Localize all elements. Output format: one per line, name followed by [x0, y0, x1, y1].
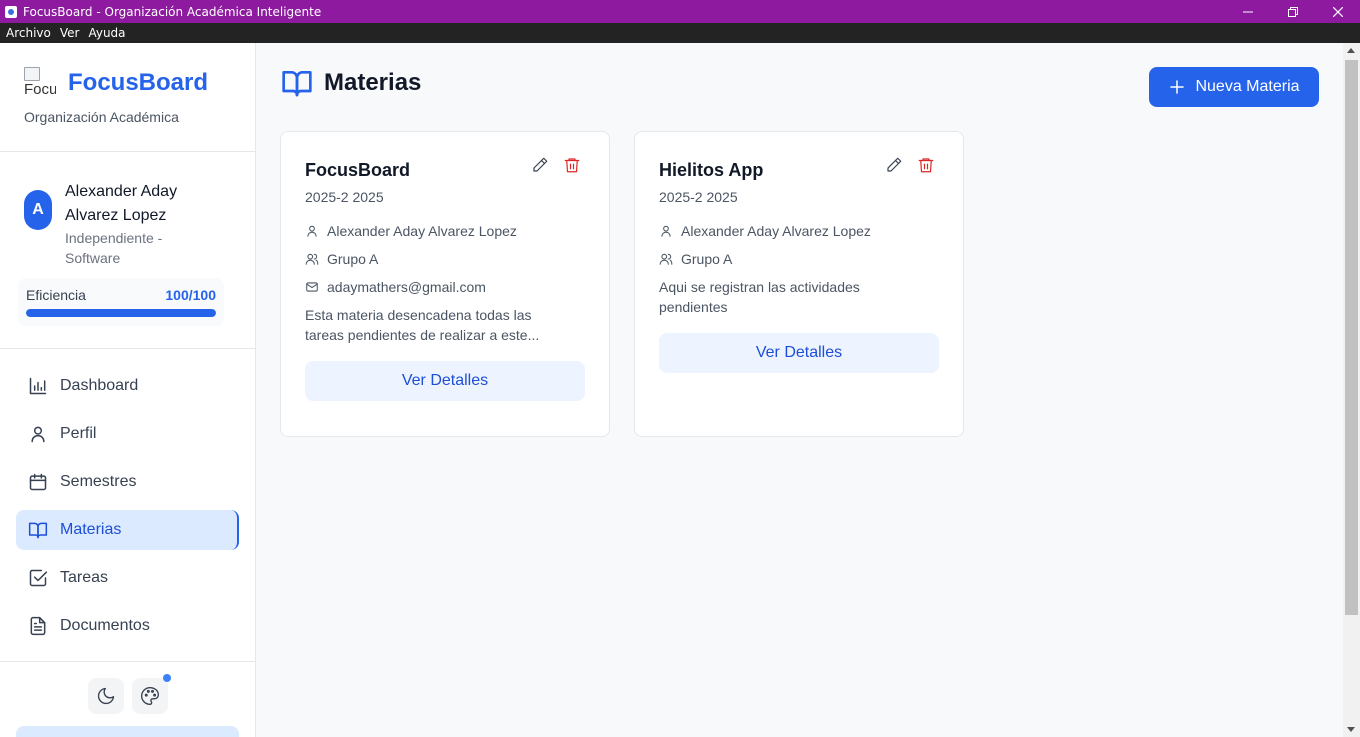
theme-palette-button[interactable]: [131, 674, 171, 714]
close-icon: [1332, 6, 1343, 17]
avatar: A: [24, 190, 52, 230]
pencil-icon: [887, 157, 902, 172]
user-icon: [661, 225, 671, 237]
subject-professor: Alexander Aday Alvarez Lopez: [305, 221, 585, 241]
calendar-icon: [29, 473, 47, 491]
sidebar-footer-button[interactable]: [16, 726, 239, 737]
vertical-scrollbar[interactable]: [1343, 43, 1360, 737]
subject-period: 2025-2 2025: [305, 189, 384, 205]
scroll-down-icon[interactable]: [1347, 727, 1355, 732]
minimize-icon: [1242, 11, 1253, 12]
page-title: Materias: [324, 69, 422, 96]
subject-period: 2025-2 2025: [659, 189, 738, 205]
users-icon: [305, 253, 319, 265]
menu-ver[interactable]: Ver: [60, 26, 80, 40]
user-icon: [307, 225, 317, 237]
professor-name: Alexander Aday Alvarez Lopez: [681, 223, 871, 239]
subject-card: FocusBoard 2025-2 2025 Alexander Aday Al…: [280, 131, 610, 437]
restore-button[interactable]: [1270, 0, 1315, 23]
mail-icon: [306, 282, 318, 292]
sidebar-item-label: Perfil: [60, 425, 97, 442]
efficiency-card: Eficiencia 100/100: [18, 278, 224, 326]
efficiency-value: 100/100: [165, 287, 216, 303]
menu-bar: Archivo Ver Ayuda: [0, 23, 1360, 43]
sidebar-item-semestres[interactable]: Semestres: [16, 462, 239, 502]
user-profile: A Alexander Aday Alvarez Lopez Independi…: [0, 152, 255, 349]
sidebar-item-label: Dashboard: [60, 377, 139, 394]
logo-alt-text: Focu: [24, 81, 56, 98]
logo-image: Focu: [24, 67, 56, 99]
subject-description: Esta materia desencadena todas las tarea…: [305, 307, 540, 343]
delete-button[interactable]: [917, 156, 935, 179]
book-open-icon: [282, 71, 312, 97]
professor-name: Alexander Aday Alvarez Lopez: [327, 223, 517, 239]
sidebar-item-materias[interactable]: Materias: [16, 510, 239, 550]
brand-name: FocusBoard: [68, 69, 209, 96]
book-open-icon: [28, 522, 48, 539]
close-button[interactable]: [1315, 0, 1360, 23]
user-role: Independiente - Software: [65, 230, 163, 266]
sidebar-item-documentos[interactable]: Documentos: [16, 606, 239, 646]
restore-icon: [1287, 6, 1298, 17]
group-name: Grupo A: [681, 251, 733, 267]
menu-archivo[interactable]: Archivo: [6, 26, 51, 40]
delete-button[interactable]: [563, 156, 581, 179]
bar-chart-icon: [29, 377, 47, 395]
subject-email: adaymathers@gmail.com: [305, 277, 585, 297]
main-content: Materias Nueva Materia FocusBoard 2025-2…: [257, 43, 1343, 737]
scroll-thumb[interactable]: [1345, 60, 1358, 615]
subject-professor: Alexander Aday Alvarez Lopez: [659, 221, 939, 241]
view-details-button[interactable]: Ver Detalles: [305, 361, 585, 401]
trash-icon: [564, 158, 580, 173]
menu-ayuda[interactable]: Ayuda: [88, 26, 125, 40]
scroll-up-icon[interactable]: [1347, 48, 1355, 53]
users-icon: [659, 253, 673, 265]
sidebar-footer: [0, 662, 255, 714]
group-name: Grupo A: [327, 251, 379, 267]
subject-title: Hielitos App: [659, 160, 764, 180]
sidebar-item-label: Materias: [60, 521, 122, 538]
view-details-button[interactable]: Ver Detalles: [659, 333, 939, 373]
palette-icon: [140, 687, 159, 705]
app-icon: [5, 5, 17, 18]
new-subject-label: Nueva Materia: [1195, 78, 1300, 95]
sidebar-item-perfil[interactable]: Perfil: [16, 414, 239, 454]
sidebar-item-label: Tareas: [60, 569, 109, 586]
minimize-button[interactable]: [1225, 0, 1270, 23]
file-text-icon: [30, 616, 46, 636]
subject-group: Grupo A: [305, 249, 585, 269]
window-title: FocusBoard - Organización Académica Inte…: [23, 4, 322, 19]
new-subject-button[interactable]: Nueva Materia: [1149, 67, 1319, 107]
page-header: Materias: [281, 67, 421, 99]
brand-subtitle: Organización Académica: [24, 109, 179, 125]
sidebar-item-tareas[interactable]: Tareas: [16, 558, 239, 598]
broken-image-icon: [24, 67, 40, 81]
sidebar: Focu FocusBoard Organización Académica A…: [0, 43, 256, 737]
pencil-icon: [533, 157, 548, 172]
email-text: adaymathers@gmail.com: [327, 279, 486, 295]
efficiency-label: Eficiencia: [26, 287, 86, 303]
subject-group: Grupo A: [659, 249, 939, 269]
user-name: Alexander Aday Alvarez Lopez: [65, 183, 178, 224]
moon-icon: [97, 687, 114, 705]
window-titlebar: FocusBoard - Organización Académica Inte…: [0, 0, 1360, 23]
check-square-icon: [29, 569, 48, 587]
sidebar-nav: Dashboard Perfil Semestres Materias Tare…: [0, 349, 255, 662]
brand-section: Focu FocusBoard Organización Académica: [0, 43, 255, 152]
subject-card: Hielitos App 2025-2 2025 Alexander Aday …: [634, 131, 964, 437]
dark-mode-toggle[interactable]: [87, 678, 124, 714]
plus-icon: [1170, 80, 1185, 94]
trash-icon: [918, 158, 934, 173]
sidebar-item-label: Semestres: [60, 473, 137, 490]
edit-button[interactable]: [885, 156, 903, 179]
efficiency-progress-fill: [26, 309, 216, 317]
subject-title: FocusBoard: [305, 160, 411, 180]
sidebar-item-dashboard[interactable]: Dashboard: [16, 366, 239, 406]
efficiency-progress-bar: [26, 309, 216, 317]
user-icon: [31, 426, 45, 443]
notification-dot: [162, 674, 171, 682]
sidebar-item-label: Documentos: [60, 617, 150, 634]
edit-button[interactable]: [531, 156, 549, 179]
subject-description: Aqui se registran las actividades pendie…: [659, 279, 860, 315]
